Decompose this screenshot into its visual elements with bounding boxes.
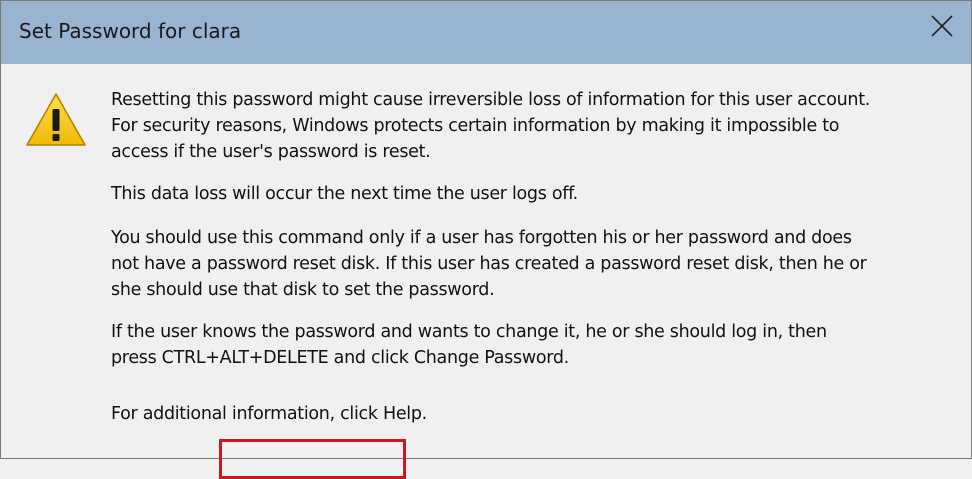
close-button[interactable] [925, 9, 959, 43]
message-line: Resetting this password might cause irre… [111, 90, 871, 110]
message-line: not have a password reset disk. If this … [111, 254, 867, 274]
set-password-dialog: Set Password for clara Resetting this pa… [0, 0, 972, 479]
message-paragraph-3: You should use this command only if a us… [111, 225, 961, 303]
message-paragraph-1: Resetting this password might cause irre… [111, 87, 961, 165]
window-title: Set Password for clara [19, 19, 242, 43]
message-line: access if the user's password is reset. [111, 142, 431, 162]
message-line: This data loss will occur the next time … [111, 184, 578, 204]
message-line: press CTRL+ALT+DELETE and click Change P… [111, 348, 569, 368]
message-line: she should use that disk to set the pass… [111, 280, 495, 300]
message-paragraph-2: This data loss will occur the next time … [111, 181, 961, 207]
warning-icon [26, 93, 86, 146]
message-line: For security reasons, Windows protects c… [111, 116, 840, 136]
highlighted-button-area[interactable] [219, 439, 406, 479]
message-line: For additional information, click Help. [111, 404, 427, 424]
message-paragraph-4: If the user knows the password and wants… [111, 319, 961, 371]
message-paragraph-5: For additional information, click Help. [111, 401, 961, 427]
message-line: If the user knows the password and wants… [111, 322, 827, 342]
message-line: You should use this command only if a us… [111, 228, 852, 248]
close-icon [931, 15, 953, 37]
title-bar: Set Password for clara [1, 1, 971, 64]
